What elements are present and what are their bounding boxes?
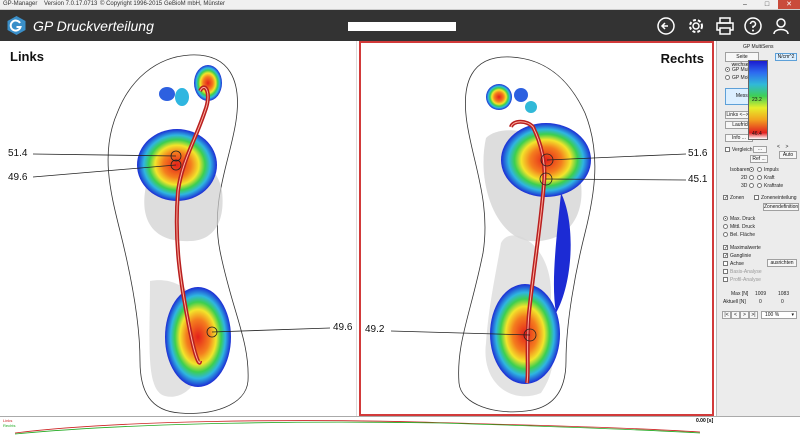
zoom-value: 100 % (765, 312, 780, 318)
patient-name-field (348, 22, 456, 31)
window-version: Version 7.0.17.0713 (44, 1, 98, 7)
help-icon[interactable] (743, 16, 763, 36)
radio-2d[interactable] (749, 175, 754, 180)
mittl-druck-label: Mittl. Druck (730, 224, 755, 230)
app-title: GP Druckverteilung (33, 18, 154, 34)
print-icon[interactable] (715, 16, 735, 36)
achse-checkbox[interactable] (723, 261, 728, 266)
bel-flaeche-label: Bel. Fläche (730, 232, 756, 238)
radio-3d[interactable] (749, 183, 754, 188)
profil-analyse-checkbox[interactable] (723, 277, 728, 282)
left-value-3: 49.6 (333, 322, 353, 333)
zoneneinteilung-label: Zoneneinteilung (761, 195, 797, 201)
vergleich-checkbox[interactable] (725, 147, 730, 152)
radio-kraft[interactable] (757, 175, 762, 180)
aktuell-right-value: 0 (781, 299, 784, 305)
right-value-2: 45.1 (688, 174, 708, 185)
window-app-name: GP-Manager (3, 1, 38, 7)
dim-3d-label: 3D (741, 183, 748, 189)
max-druck-label: Max. Druck (730, 216, 756, 222)
radio-gp-mobildata[interactable] (725, 75, 730, 80)
achse-label: Achse (730, 261, 744, 267)
force-curve-graph (14, 420, 701, 435)
ausrichten-button[interactable]: ausrichten (767, 259, 797, 267)
ganglinie-label: Ganglinie (730, 253, 752, 259)
impuls-label: Impuls (764, 167, 779, 173)
right-foot-panel: Rechts 51.6 45.1 49.2 (359, 41, 714, 416)
left-value-1: 51.4 (8, 148, 28, 159)
back-icon[interactable] (656, 16, 676, 36)
radio-kraftrate[interactable] (757, 183, 762, 188)
zoneneinteilung-checkbox[interactable] (754, 195, 759, 200)
user-icon[interactable] (771, 16, 791, 36)
max-left-value: 1009 (755, 291, 767, 297)
isobaren-label: Isobaren (730, 167, 750, 173)
maximalwerte-checkbox[interactable]: ✓ (723, 245, 728, 251)
ref-more-button[interactable]: ... (753, 146, 767, 153)
scale-value-mid: 23.2 (752, 97, 762, 103)
right-foot-pressure-map (390, 56, 687, 413)
sidebar-header: GP MultiSens (743, 44, 774, 50)
ref-button[interactable]: Ref ... (750, 155, 768, 163)
nav-prev-button[interactable]: < (731, 311, 740, 319)
chevron-down-icon: ▾ (791, 312, 794, 318)
maximalwerte-label: Maximalwerte (730, 245, 761, 251)
minimize-button[interactable]: – (734, 0, 756, 9)
window-copyright: © Copyright 1996-2015 (100, 1, 163, 7)
app-header: GP Druckverteilung (0, 10, 800, 41)
radio-max-druck[interactable] (723, 216, 728, 221)
app-logo-icon (7, 16, 26, 35)
scale-value-top: 46.4 (752, 131, 762, 137)
basis-analyse-label: Basis-Analyse (730, 269, 762, 275)
gear-icon[interactable] (686, 16, 706, 36)
close-window-button[interactable]: ✕ (778, 0, 800, 9)
zonen-checkbox[interactable]: ✓ (723, 195, 728, 201)
zoom-select[interactable]: 100 % ▾ (761, 311, 797, 319)
aktuell-left-value: 0 (759, 299, 762, 305)
auto-button[interactable]: Auto (779, 151, 797, 159)
nav-last-button[interactable]: >| (749, 311, 758, 319)
aktuell-label: Aktuell [N] (723, 299, 746, 305)
basis-analyse-checkbox[interactable] (723, 269, 728, 274)
left-foot-panel: Links 51.4 49.6 49.6 (0, 41, 357, 416)
force-timeline[interactable]: Links Rechts 0.00 [s] (0, 416, 800, 437)
zonendefinition-button[interactable]: Zonendefinition (763, 203, 799, 211)
kraftrate-label: Kraftrate (764, 183, 784, 189)
radio-gp-multisens[interactable] (725, 67, 730, 72)
radio-bel-flaeche[interactable] (723, 232, 728, 237)
pressure-color-scale: 23.2 46.4 (748, 60, 768, 140)
maximize-button[interactable]: □ (756, 0, 778, 9)
left-foot-pressure-map (32, 54, 331, 414)
window-company: GeBioM mbH, Münster (164, 1, 226, 7)
window-titlebar: GP-Manager Version 7.0.17.0713 © Copyrig… (0, 0, 800, 10)
time-readout: 0.00 [s] (696, 418, 714, 424)
left-value-2: 49.6 (8, 172, 28, 183)
max-right-value: 1083 (778, 291, 790, 297)
radio-isobaren[interactable] (749, 167, 754, 172)
radio-mittl-druck[interactable] (723, 224, 728, 229)
profil-analyse-label: Profil-Analyse (730, 277, 761, 283)
unit-button[interactable]: N/cm^2 (775, 53, 797, 61)
nav-next-button[interactable]: > (740, 311, 749, 319)
right-value-3: 49.2 (365, 324, 385, 335)
nav-first-button[interactable]: |< (722, 311, 731, 319)
zonen-label: Zonen (730, 195, 745, 201)
dim-2d-label: 2D (741, 175, 748, 181)
ganglinie-checkbox[interactable]: ✓ (723, 253, 728, 259)
radio-impuls[interactable] (757, 167, 762, 172)
vergleich-label: Vergleich (732, 147, 753, 153)
kraft-label: Kraft (764, 175, 775, 181)
scale-arrows[interactable]: < > (777, 144, 788, 150)
right-value-1: 51.6 (688, 148, 708, 159)
max-label: Max [N] (731, 291, 749, 297)
